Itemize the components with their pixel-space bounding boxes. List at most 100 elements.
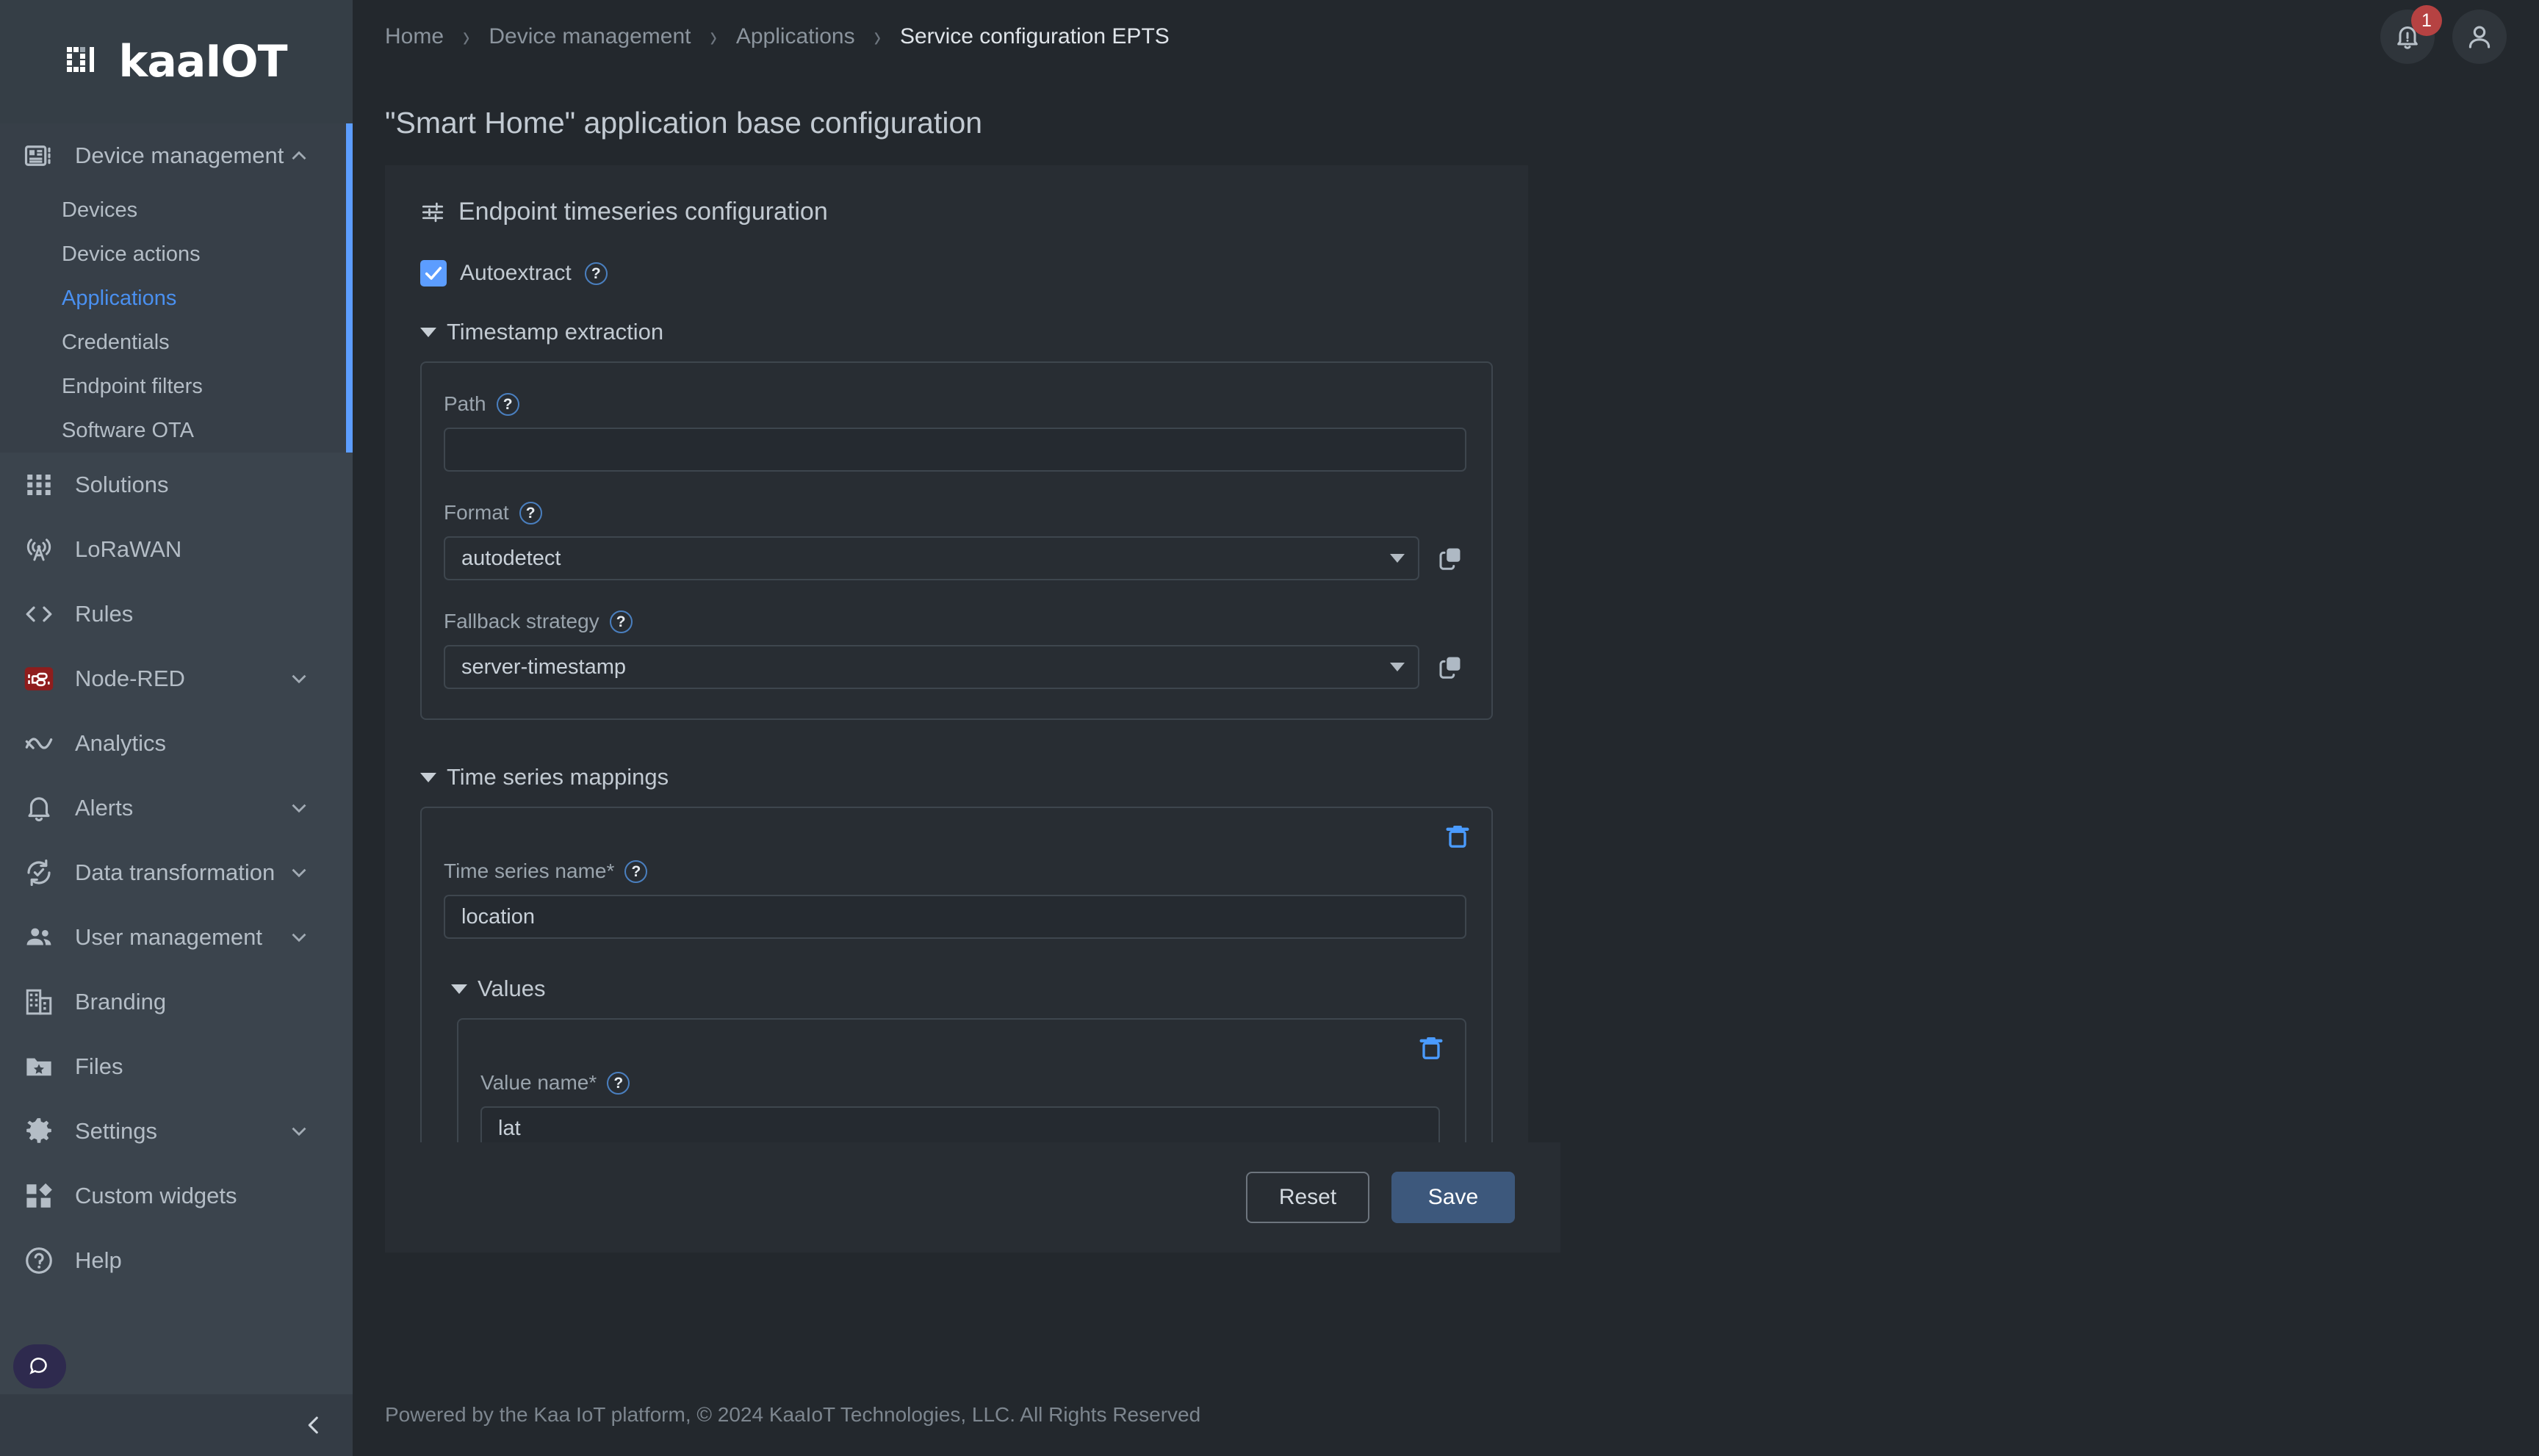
sidebar-item-custom-widgets[interactable]: Custom widgets [0,1164,353,1228]
sidebar-item-alerts[interactable]: Alerts [0,776,353,840]
format-control-row: autodetect [444,536,1466,580]
page-content: "Smart Home" application base configurat… [353,73,2539,1374]
timestamp-extraction-toggle[interactable]: Timestamp extraction [420,319,1493,345]
breadcrumb-applications[interactable]: Applications [736,24,855,49]
sidebar-item-rules[interactable]: Rules [0,582,353,646]
caret-down-icon [420,772,436,782]
sidebar-item-software-ota[interactable]: Software OTA [0,408,353,453]
fallback-strategy-select[interactable]: server-timestamp [444,645,1419,689]
chevron-left-icon [308,1416,318,1434]
breadcrumb-separator: › [710,19,717,54]
time-series-name-help-icon[interactable]: ? [624,859,648,883]
autoextract-checkbox[interactable] [420,260,447,286]
chevron-down-icon [1390,663,1405,671]
chat-support-button[interactable] [13,1344,66,1388]
sidebar-item-label: Files [75,1053,123,1079]
sidebar-subitem-label: Devices [62,198,138,222]
chevron-down-icon [1390,554,1405,563]
trash-icon [1446,826,1469,848]
sidebar-item-lorawan[interactable]: LoRaWAN [0,517,353,582]
sidebar-subitem-label: Credentials [62,330,170,354]
user-avatar-icon [2468,26,2491,48]
sidebar-item-device-actions[interactable]: Device actions [0,232,353,276]
sidebar-item-node-red[interactable]: Node-RED [0,646,353,711]
breadcrumb-home[interactable]: Home [385,24,444,49]
delete-value-button[interactable] [1416,1033,1449,1065]
sidebar-item-branding[interactable]: Branding [0,970,353,1034]
section-title: Endpoint timeseries configuration [458,198,828,226]
check-icon [425,267,442,280]
time-series-name-field: Time series name* ? location [444,859,1466,939]
folder-star-icon [22,1050,56,1084]
path-help-icon[interactable]: ? [496,392,519,416]
sidebar-item-data-transformation[interactable]: Data transformation [0,840,353,905]
values-title: Values [478,976,546,1001]
sidebar-item-settings[interactable]: Settings [0,1099,353,1164]
format-field: Format ? autodetect [444,501,1466,580]
timestamp-extraction-title: Timestamp extraction [447,319,664,345]
sidebar-nav: Device management Devices Device actions… [0,123,353,1394]
format-label-row: Format ? [444,501,1466,525]
time-series-name-input[interactable]: location [444,895,1466,939]
copy-icon [1439,657,1461,679]
sidebar-subitem-label: Endpoint filters [62,374,203,398]
chevron-down-icon [292,868,306,878]
fallback-strategy-help-icon[interactable]: ? [609,610,633,633]
sidebar-item-endpoint-filters[interactable]: Endpoint filters [0,364,353,408]
sidebar-item-analytics[interactable]: Analytics [0,711,353,776]
sidebar-item-credentials[interactable]: Credentials [0,320,353,364]
path-input[interactable] [444,428,1466,472]
path-field: Path ? [444,392,1466,472]
sidebar: kaaIOT Device management Devices Device … [0,0,353,1456]
sidebar-item-solutions[interactable]: Solutions [0,453,353,517]
value-name-help-icon[interactable]: ? [607,1071,630,1095]
sidebar-item-label: LoRaWAN [75,536,182,562]
format-copy-button[interactable] [1434,542,1466,574]
fallback-label-row: Fallback strategy ? [444,610,1466,633]
autoextract-row: Autoextract ? [420,260,1493,286]
chevron-down-icon [292,933,306,943]
section-header-endpoint-timeseries: Endpoint timeseries configuration [420,198,1493,226]
sidebar-item-devices[interactable]: Devices [0,188,353,232]
topbar: Home › Device management › Applications … [353,0,2539,73]
tune-sliders-icon [422,202,444,222]
sidebar-item-label: Solutions [75,472,169,497]
time-series-mappings-title: Time series mappings [447,764,669,790]
fallback-copy-button[interactable] [1434,651,1466,683]
caret-down-icon [420,327,436,337]
brand-logo[interactable]: kaaIOT [0,0,353,123]
sidebar-item-files[interactable]: Files [0,1034,353,1099]
notifications-button[interactable]: 1 [2380,5,2442,64]
sidebar-collapse-button[interactable] [0,1394,353,1456]
format-help-icon[interactable]: ? [519,501,542,525]
delete-mapping-button[interactable] [1443,821,1475,854]
sidebar-item-applications[interactable]: Applications [0,276,353,320]
values-toggle[interactable]: Values [451,976,1466,1002]
device-management-icon [22,139,56,173]
format-select[interactable]: autodetect [444,536,1419,580]
time-series-mappings-toggle[interactable]: Time series mappings [420,764,1493,790]
save-button[interactable]: Save [1391,1172,1515,1223]
breadcrumb-current: Service configuration EPTS [899,24,1170,48]
breadcrumb-separator: › [874,19,881,54]
sidebar-item-label: User management [75,924,263,950]
sidebar-item-help[interactable]: Help [0,1228,353,1293]
path-control-row [444,428,1466,472]
chevron-down-icon [292,804,306,813]
sidebar-item-label: Alerts [75,795,134,821]
help-circle-icon [22,1244,56,1277]
time-series-name-label-row: Time series name* ? [444,859,1466,883]
sidebar-item-label: Node-RED [75,666,185,691]
trash-icon [1419,1037,1443,1059]
format-selected-value: autodetect [461,546,561,570]
sidebar-item-user-management[interactable]: User management [0,905,353,970]
breadcrumb-device-management[interactable]: Device management [489,24,691,49]
user-account-button[interactable] [2452,10,2507,64]
sidebar-item-label: Custom widgets [75,1183,237,1208]
sidebar-item-device-management[interactable]: Device management [0,123,353,188]
gear-icon [22,1114,56,1148]
autoextract-help-icon[interactable]: ? [584,262,608,285]
reset-button[interactable]: Reset [1246,1172,1369,1223]
users-icon [22,920,56,954]
fallback-control-row: server-timestamp [444,645,1466,689]
